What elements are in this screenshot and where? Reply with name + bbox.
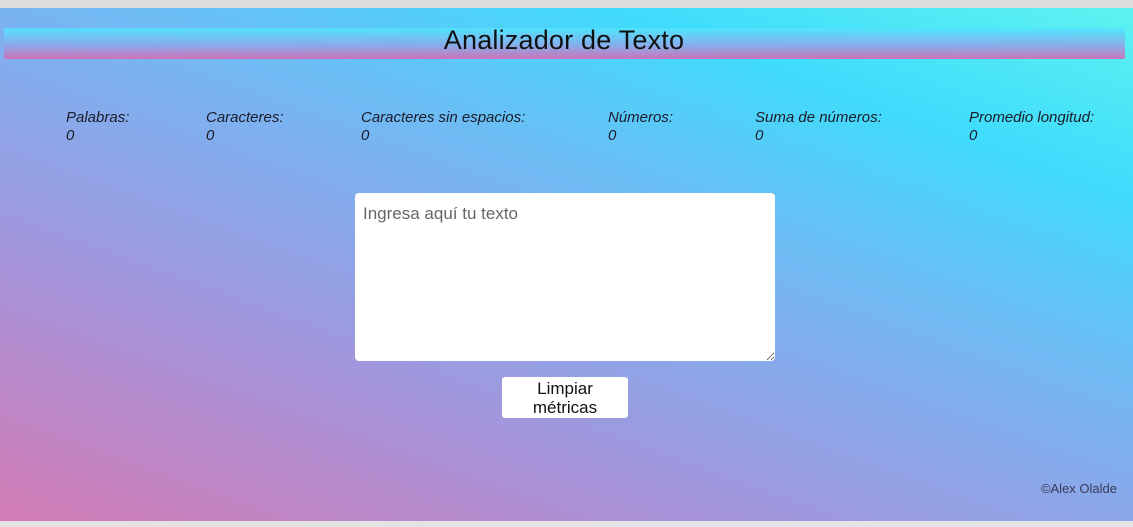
- metric-characters-no-spaces: Caracteres sin espacios: 0: [361, 109, 525, 145]
- metric-words-value: 0: [66, 127, 75, 144]
- metric-average-length-label: Promedio longitud:: [969, 109, 1095, 126]
- footer-credit: ©Alex Olalde: [1040, 481, 1117, 496]
- metric-numbers-sum-label: Suma de números:: [755, 109, 882, 126]
- metric-numbers-label: Números:: [608, 109, 674, 126]
- metric-characters: Caracteres: 0: [206, 109, 284, 145]
- text-input[interactable]: [355, 193, 775, 361]
- metric-characters-value: 0: [206, 127, 215, 144]
- metric-numbers-sum: Suma de números: 0: [755, 109, 882, 145]
- metric-average-length-value: 0: [969, 127, 978, 144]
- metric-words-label: Palabras:: [66, 109, 130, 126]
- metric-characters-no-spaces-value: 0: [361, 127, 370, 144]
- metric-characters-label: Caracteres:: [206, 109, 284, 126]
- metric-numbers: Números: 0: [608, 109, 673, 145]
- browser-top-strip: [0, 0, 1133, 8]
- metric-words: Palabras: 0: [66, 109, 129, 145]
- page-background: Analizador de Texto Palabras: 0 Caracter…: [0, 8, 1133, 521]
- metric-numbers-value: 0: [608, 127, 617, 144]
- clear-metrics-button[interactable]: Limpiar métricas: [502, 377, 628, 418]
- page-title: Analizador de Texto: [443, 25, 685, 55]
- metric-characters-no-spaces-label: Caracteres sin espacios:: [361, 109, 526, 126]
- metric-numbers-sum-value: 0: [755, 127, 764, 144]
- metric-average-length: Promedio longitud: 0: [969, 109, 1094, 145]
